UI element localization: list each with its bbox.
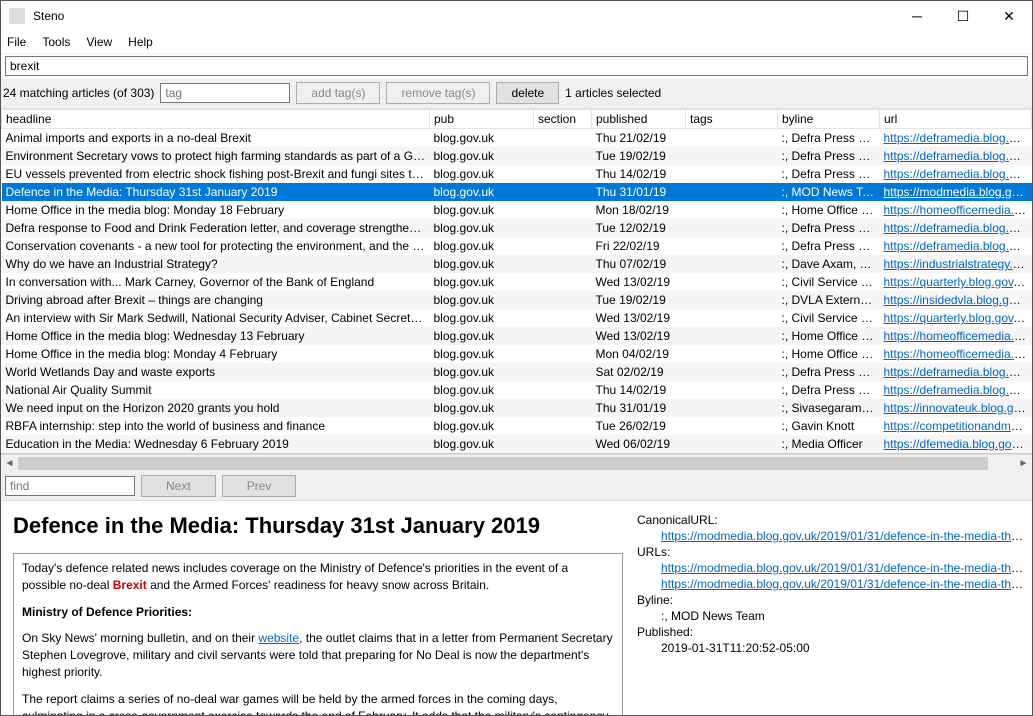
header-row: headline pub section published tags byli… (2, 110, 1032, 129)
menu-tools[interactable]: Tools (42, 35, 70, 49)
find-prev-button[interactable]: Prev (222, 475, 297, 497)
toolbar: 24 matching articles (of 303) add tag(s)… (1, 78, 1032, 109)
table-row[interactable]: RBFA internship: step into the world of … (2, 417, 1032, 435)
menubar: File Tools View Help (1, 31, 1032, 54)
table-row[interactable]: Environment Secretary vows to protect hi… (2, 147, 1032, 165)
row-url-link[interactable]: https://industrialstrategy.blog.gov.uk/2 (884, 257, 1032, 271)
table-row[interactable]: An interview with Sir Mark Sedwill, Nati… (2, 309, 1032, 327)
meta-canonical-label: CanonicalURL: (637, 513, 1024, 527)
table-row[interactable]: Defence in the Media: Thursday 31st Janu… (2, 183, 1032, 201)
article-p2: On Sky News' morning bulletin, and on th… (22, 630, 614, 680)
meta-url-2: https://modmedia.blog.gov.uk/2019/01/31/… (637, 577, 1024, 591)
meta-published-label: Published: (637, 625, 1024, 639)
row-url-link[interactable]: https://insidedvla.blog.gov.uk/2019/02 (884, 293, 1032, 307)
close-button[interactable]: ✕ (986, 1, 1032, 31)
horizontal-scrollbar[interactable]: ◄ ► (1, 454, 1032, 472)
table-row[interactable]: National Air Quality Summitblog.gov.ukTh… (2, 381, 1032, 399)
row-url-link[interactable]: https://deframedia.blog.gov.uk/2019/0 (884, 221, 1032, 235)
tag-input[interactable] (160, 83, 290, 103)
window-controls: ─ ☐ ✕ (894, 1, 1032, 31)
app-window: Steno ─ ☐ ✕ File Tools View Help 24 matc… (0, 0, 1033, 716)
highlight-brexit: Brexit (113, 578, 147, 592)
article-p3: The report claims a series of no-deal wa… (22, 691, 614, 715)
table-row[interactable]: World Wetlands Day and waste exportsblog… (2, 363, 1032, 381)
row-url-link[interactable]: https://quarterly.blog.gov.uk/2019/02/ (884, 311, 1032, 325)
row-url-link[interactable]: https://homeofficemedia.blog.gov.uk/2 (884, 347, 1032, 361)
row-url-link[interactable]: https://deframedia.blog.gov.uk/2019/0 (884, 149, 1032, 163)
table-row[interactable]: In conversation with... Mark Carney, Gov… (2, 273, 1032, 291)
meta-byline-label: Byline: (637, 593, 1024, 607)
meta-published-value: 2019-01-31T11:20:52-05:00 (637, 641, 1024, 655)
matching-count: 24 matching articles (of 303) (3, 86, 154, 100)
col-pub[interactable]: pub (430, 110, 534, 129)
find-next-button[interactable]: Next (141, 475, 216, 497)
table-row[interactable]: EU vessels prevented from electric shock… (2, 165, 1032, 183)
results-table-wrap: headline pub section published tags byli… (1, 109, 1032, 454)
meta-byline-value: :, MOD News Team (637, 609, 1024, 623)
window-title: Steno (33, 9, 894, 23)
table-row[interactable]: Conservation covenants - a new tool for … (2, 237, 1032, 255)
find-row: Next Prev (1, 472, 1032, 501)
table-row[interactable]: We need input on the Horizon 2020 grants… (2, 399, 1032, 417)
table-row[interactable]: Driving abroad after Brexit – things are… (2, 291, 1032, 309)
selected-count: 1 articles selected (565, 86, 661, 100)
row-url-link[interactable]: https://competitionandmarkets.blog.go (884, 419, 1032, 433)
menu-view[interactable]: View (86, 35, 112, 49)
article-title: Defence in the Media: Thursday 31st Janu… (13, 513, 623, 539)
search-row (1, 54, 1032, 78)
row-url-link[interactable]: https://homeofficemedia.blog.gov.uk/2 (884, 329, 1032, 343)
row-url-link[interactable]: https://innovateuk.blog.gov.uk/2019/0 (884, 401, 1032, 415)
row-url-link[interactable]: https://quarterly.blog.gov.uk/2019/02/ (884, 275, 1032, 289)
meta-pane: CanonicalURL: https://modmedia.blog.gov.… (635, 501, 1032, 715)
menu-file[interactable]: File (7, 35, 26, 49)
article-link-website[interactable]: website (258, 631, 299, 645)
col-published[interactable]: published (592, 110, 686, 129)
row-url-link[interactable]: https://deframedia.blog.gov.uk/2019/0 (884, 383, 1032, 397)
row-url-link[interactable]: https://dfemedia.blog.gov.uk/2019/02/ (884, 437, 1032, 451)
remove-tags-button[interactable]: remove tag(s) (386, 82, 490, 104)
table-row[interactable]: Home Office in the media blog: Wednesday… (2, 327, 1032, 345)
detail-pane: Defence in the Media: Thursday 31st Janu… (1, 501, 1032, 715)
table-row[interactable]: Defra response to Food and Drink Federat… (2, 219, 1032, 237)
maximize-button[interactable]: ☐ (940, 1, 986, 31)
article-pane: Defence in the Media: Thursday 31st Janu… (1, 501, 635, 715)
row-url-link[interactable]: https://deframedia.blog.gov.uk/2019/0 (884, 365, 1032, 379)
article-subhead: Ministry of Defence Priorities: (22, 604, 614, 621)
article-p1: Today's defence related news includes co… (22, 560, 614, 594)
search-input[interactable] (5, 56, 1028, 76)
col-url[interactable]: url (880, 110, 1032, 129)
row-url-link[interactable]: https://deframedia.blog.gov.uk/2019/0 (884, 239, 1032, 253)
row-url-link[interactable]: https://homeofficemedia.blog.gov.uk/2 (884, 203, 1032, 217)
table-row[interactable]: Home Office in the media blog: Monday 4 … (2, 345, 1032, 363)
table-row[interactable]: Why do we have an Industrial Strategy?bl… (2, 255, 1032, 273)
scroll-thumb[interactable] (18, 457, 988, 470)
row-url-link[interactable]: https://deframedia.blog.gov.uk/2019/0 (884, 167, 1032, 181)
col-tags[interactable]: tags (686, 110, 778, 129)
titlebar[interactable]: Steno ─ ☐ ✕ (1, 1, 1032, 31)
table-row[interactable]: Animal imports and exports in a no-deal … (2, 129, 1032, 148)
row-url-link[interactable]: https://modmedia.blog.gov.uk/2019/01 (884, 185, 1032, 199)
meta-canonical-url: https://modmedia.blog.gov.uk/2019/01/31/… (637, 529, 1024, 543)
scroll-right-arrow[interactable]: ► (1015, 455, 1032, 472)
scroll-left-arrow[interactable]: ◄ (1, 455, 18, 472)
table-row[interactable]: Education in the Media: Wednesday 6 Febr… (2, 435, 1032, 453)
article-body[interactable]: Today's defence related news includes co… (13, 553, 623, 715)
add-tags-button[interactable]: add tag(s) (296, 82, 380, 104)
results-table: headline pub section published tags byli… (1, 109, 1032, 453)
find-input[interactable] (5, 476, 135, 496)
menu-help[interactable]: Help (128, 35, 153, 49)
app-icon (9, 8, 25, 24)
table-row[interactable]: Home Office in the media blog: Monday 18… (2, 201, 1032, 219)
meta-urls-label: URLs: (637, 545, 1024, 559)
minimize-button[interactable]: ─ (894, 1, 940, 31)
col-section[interactable]: section (534, 110, 592, 129)
col-byline[interactable]: byline (778, 110, 880, 129)
delete-button[interactable]: delete (496, 82, 559, 104)
col-headline[interactable]: headline (2, 110, 430, 129)
meta-url-1: https://modmedia.blog.gov.uk/2019/01/31/… (637, 561, 1024, 575)
row-url-link[interactable]: https://deframedia.blog.gov.uk/2019/0 (884, 131, 1032, 145)
